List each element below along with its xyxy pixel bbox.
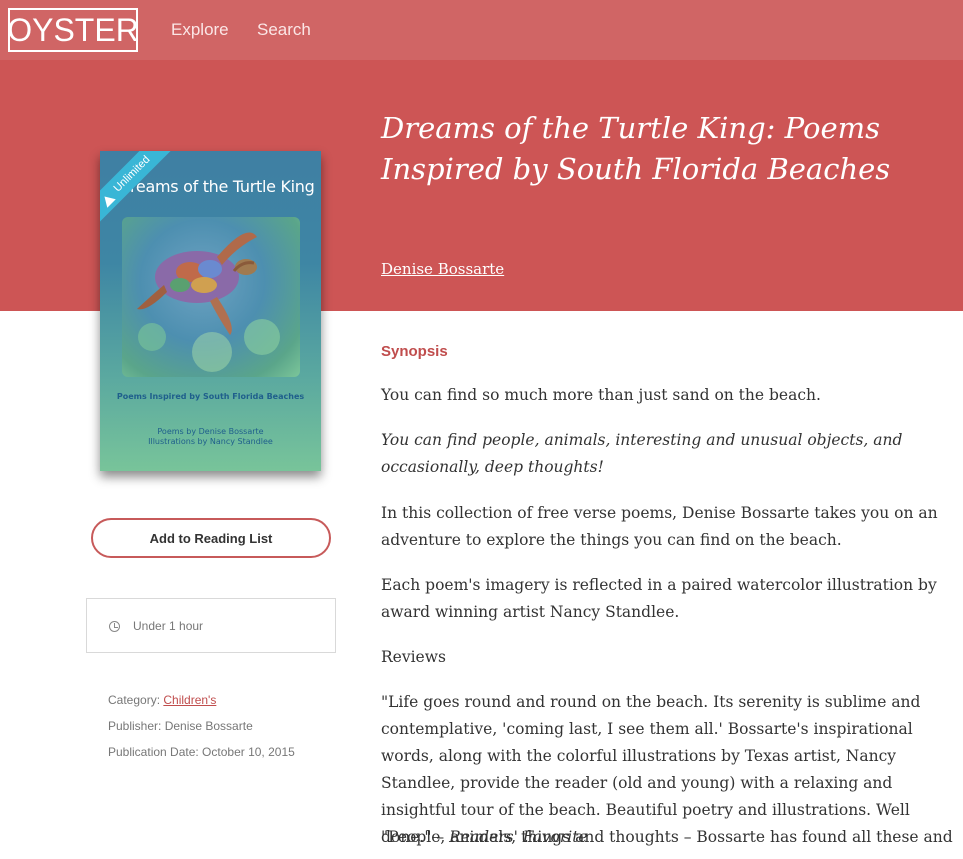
synopsis-paragraph: In this collection of free verse poems, … bbox=[381, 504, 938, 549]
cover-illustration bbox=[122, 217, 300, 377]
sea-turtle-illustration bbox=[137, 232, 280, 372]
publication-date-text: Publication Date: October 10, 2015 bbox=[108, 745, 295, 759]
cover-title-text: reams of the Turtle King bbox=[130, 177, 315, 196]
synopsis-paragraph: You can find people, animals, interestin… bbox=[381, 431, 903, 476]
nav-explore-link[interactable]: Explore bbox=[171, 20, 229, 40]
synopsis-paragraph: You can find so much more than just sand… bbox=[381, 386, 821, 404]
cover-subtitle-text: Poems Inspired by South Florida Beaches bbox=[116, 392, 305, 401]
category-link[interactable]: Children's bbox=[163, 693, 216, 707]
nav-search-link[interactable]: Search bbox=[257, 20, 311, 40]
reviews-heading: Reviews bbox=[381, 648, 446, 666]
add-to-reading-list-button[interactable]: Add to Reading List bbox=[91, 518, 331, 558]
review-paragraph: "People, animals, things and thoughts – … bbox=[381, 828, 953, 846]
clock-icon bbox=[109, 621, 120, 632]
synopsis-heading: Synopsis bbox=[381, 343, 448, 360]
cover-illustrator-credit: Illustrations by Nancy Standlee bbox=[148, 437, 273, 446]
synopsis-paragraph: Each poem's imagery is reflected in a pa… bbox=[381, 576, 937, 621]
author-link[interactable]: Denise Bossarte bbox=[381, 260, 504, 278]
cover-author-credit: Poems by Denise Bossarte bbox=[157, 427, 264, 436]
reading-time-box: Under 1 hour bbox=[86, 598, 336, 653]
publisher-text: Publisher: Denise Bossarte bbox=[108, 719, 253, 733]
category-row: Category: Children's bbox=[108, 693, 216, 707]
reading-time-text: Under 1 hour bbox=[133, 619, 204, 633]
book-cover[interactable]: reams of the Turtle King Poems Inspired … bbox=[100, 151, 321, 471]
top-nav-bar: OYSTER Explore Search bbox=[0, 0, 963, 60]
category-label: Category: bbox=[108, 693, 164, 707]
book-title: Dreams of the Turtle King: Poems Inspire… bbox=[381, 111, 891, 186]
oyster-logo[interactable]: OYSTER bbox=[7, 8, 139, 52]
